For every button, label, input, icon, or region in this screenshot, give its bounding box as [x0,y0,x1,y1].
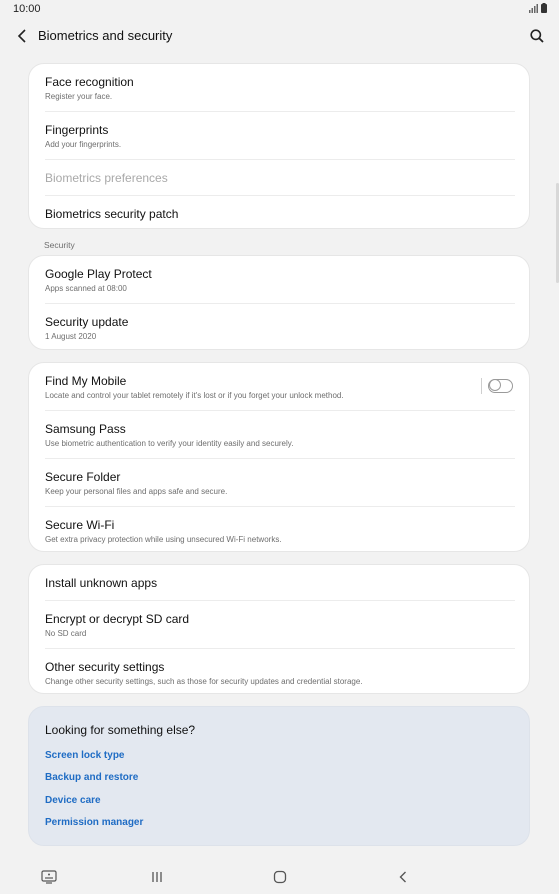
other-security-settings-title: Other security settings [45,660,165,674]
battery-icon [541,3,547,13]
navigation-bar [0,860,559,894]
find-my-mobile-toggle-wrap [481,378,513,394]
other-security-settings-item[interactable]: Other security settings Change other sec… [29,649,529,695]
secure-wifi-title: Secure Wi-Fi [45,518,115,532]
other-security-settings-sub: Change other security settings, such as … [45,677,363,686]
keyboard-button[interactable] [38,868,60,886]
link-permission-manager[interactable]: Permission manager [45,817,143,828]
samsung-pass-title: Samsung Pass [45,422,126,436]
biometrics-preferences-item: Biometrics preferences [29,160,529,195]
recents-icon [152,872,162,882]
back-arrow-icon [17,29,26,43]
install-unknown-apps-item[interactable]: Install unknown apps [29,565,529,600]
fingerprints-title: Fingerprints [45,123,109,137]
google-play-protect-item[interactable]: Google Play Protect Apps scanned at 08:0… [29,256,529,303]
biometrics-security-patch-item[interactable]: Biometrics security patch [29,196,529,230]
nav-back-button[interactable] [392,868,414,886]
nav-back-icon [399,871,406,883]
biometrics-security-patch-title: Biometrics security patch [45,207,179,221]
home-icon [273,870,287,884]
link-device-care[interactable]: Device care [45,795,101,806]
face-recognition-sub: Register your face. [45,92,113,101]
biometrics-preferences-title: Biometrics preferences [45,171,168,185]
find-my-mobile-sub: Locate and control your tablet remotely … [45,391,344,400]
samsung-pass-sub: Use biometric authentication to verify y… [45,439,294,448]
encrypt-sd-card-item[interactable]: Encrypt or decrypt SD card No SD card [29,601,529,648]
secure-wifi-sub: Get extra privacy protection while using… [45,535,282,544]
app-bar: Biometrics and security [0,18,559,54]
section-header-security: Security [44,240,75,250]
link-backup-and-restore[interactable]: Backup and restore [45,772,138,783]
security-card: Google Play Protect Apps scanned at 08:0… [28,255,530,350]
find-my-mobile-toggle[interactable] [488,379,513,393]
security-update-item[interactable]: Security update 1 August 2020 [29,304,529,351]
install-unknown-apps-title: Install unknown apps [45,576,158,590]
google-play-protect-title: Google Play Protect [45,267,152,281]
services-card: Find My Mobile Locate and control your t… [28,362,530,552]
toggle-knob [489,379,501,391]
secure-folder-title: Secure Folder [45,470,121,484]
secure-wifi-item[interactable]: Secure Wi-Fi Get extra privacy protectio… [29,507,529,553]
back-button[interactable] [10,24,34,48]
suggestions-title: Looking for something else? [45,723,196,737]
link-screen-lock-type[interactable]: Screen lock type [45,750,124,761]
secure-folder-item[interactable]: Secure Folder Keep your personal files a… [29,459,529,506]
face-recognition-item[interactable]: Face recognition Register your face. [29,64,529,111]
security-update-sub: 1 August 2020 [45,332,97,341]
find-my-mobile-item[interactable]: Find My Mobile Locate and control your t… [29,363,529,410]
suggestions-card: Looking for something else? Screen lock … [28,706,530,846]
recents-button[interactable] [146,868,168,886]
encrypt-sd-card-title: Encrypt or decrypt SD card [45,612,190,626]
google-play-protect-sub: Apps scanned at 08:00 [45,284,127,293]
samsung-pass-item[interactable]: Samsung Pass Use biometric authenticatio… [29,411,529,458]
status-time: 10:00 [13,3,41,15]
find-my-mobile-title: Find My Mobile [45,374,127,388]
home-button[interactable] [269,868,291,886]
search-button[interactable] [525,24,549,48]
page-title: Biometrics and security [38,28,173,43]
fingerprints-item[interactable]: Fingerprints Add your fingerprints. [29,112,529,159]
toggle-separator [481,378,482,394]
status-bar: 10:00 [0,0,559,18]
search-icon [530,29,544,43]
keyboard-icon [41,870,57,884]
security-update-title: Security update [45,315,129,329]
other-card: Install unknown apps Encrypt or decrypt … [28,564,530,694]
fingerprints-sub: Add your fingerprints. [45,140,122,149]
status-icons [529,3,547,13]
face-recognition-title: Face recognition [45,75,134,89]
secure-folder-sub: Keep your personal files and apps safe a… [45,487,228,496]
signal-icon [529,4,538,13]
biometrics-card: Face recognition Register your face. Fin… [28,63,530,229]
encrypt-sd-card-sub: No SD card [45,629,87,638]
